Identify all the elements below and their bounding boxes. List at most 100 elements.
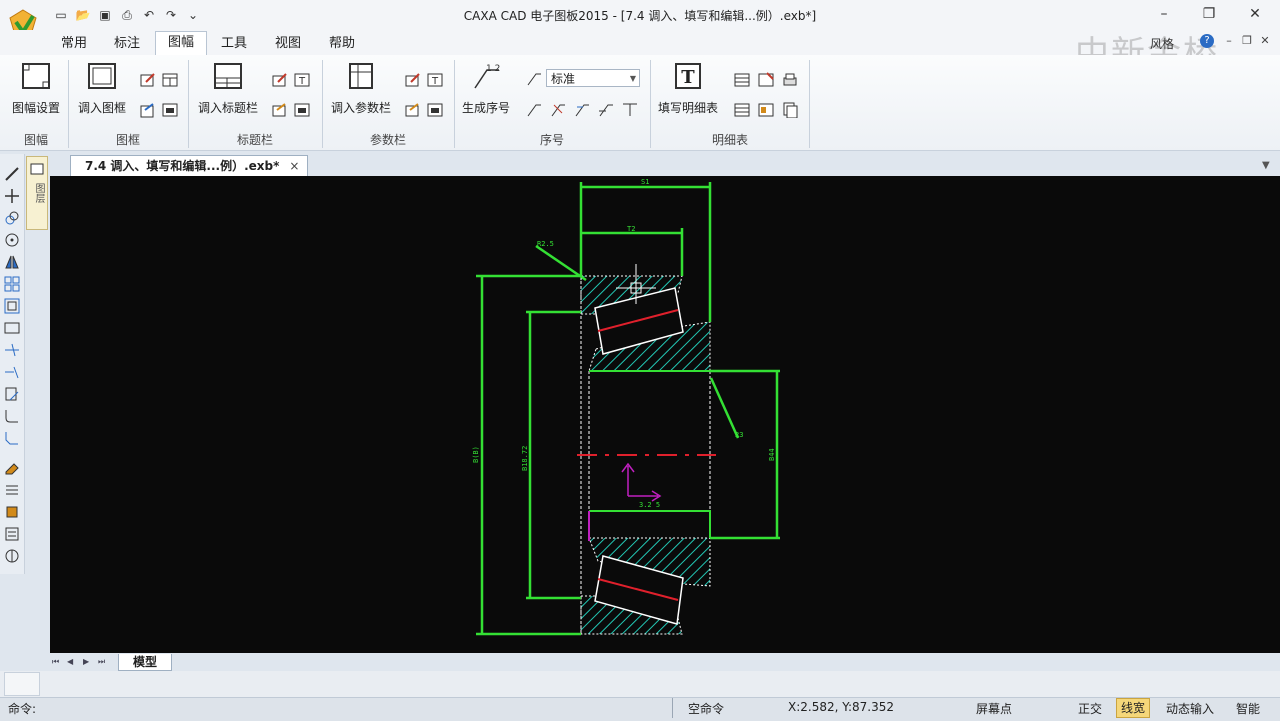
trim-tool-icon[interactable]: [4, 342, 20, 358]
generate-balloon-button[interactable]: 1 2 生成序号: [456, 62, 516, 116]
command-window[interactable]: [0, 671, 1280, 697]
ortho-toggle[interactable]: 正交: [1078, 700, 1102, 717]
load-title-block-button[interactable]: 调入标题栏: [192, 62, 264, 116]
tab-annotate[interactable]: 标注: [105, 33, 149, 55]
store-frame-icon[interactable]: [162, 102, 178, 118]
dynamic-input-toggle[interactable]: 动态输入: [1166, 700, 1214, 717]
properties-tool-icon[interactable]: [4, 526, 20, 542]
store-param-icon[interactable]: [427, 102, 443, 118]
extend-tool-icon[interactable]: [4, 364, 20, 380]
fill-bom-button[interactable]: T 填写明细表: [652, 62, 724, 116]
document-tab-label: 7.4 调入、填写和编辑...例）.exb*: [85, 159, 280, 173]
command-history-toggle[interactable]: [4, 672, 40, 696]
edit-title-icon[interactable]: [272, 72, 288, 88]
snap-tool-icon[interactable]: [4, 548, 20, 564]
insert-balloon-icon[interactable]: [526, 101, 542, 117]
fill-param-icon[interactable]: [405, 102, 421, 118]
restore-button[interactable]: ❐: [1195, 4, 1223, 24]
snap-mode-toggle[interactable]: 屏幕点: [976, 700, 1012, 717]
smart-snap-toggle[interactable]: 智能: [1236, 700, 1260, 717]
chamfer-tool-icon[interactable]: [4, 430, 20, 446]
close-tab-icon[interactable]: ×: [289, 159, 299, 173]
sheet-setup-label: 图幅设置: [11, 101, 60, 115]
group-label-title-block: 标题栏: [236, 133, 273, 147]
delete-balloon-icon[interactable]: [550, 101, 566, 117]
balloon-style-select[interactable]: 标准 ▼: [546, 69, 640, 87]
document-tab[interactable]: 7.4 调入、填写和编辑...例）.exb* ×: [70, 155, 309, 177]
fill-title-icon[interactable]: [272, 102, 288, 118]
mirror-tool-icon[interactable]: [4, 254, 20, 270]
align-balloon-icon[interactable]: [598, 101, 614, 117]
tab-sheet[interactable]: 图幅: [155, 31, 207, 56]
sheet-tab-bar: [48, 654, 1280, 671]
generate-balloon-label: 生成序号: [461, 101, 510, 115]
minimize-button[interactable]: –: [1150, 4, 1178, 24]
bom-edit-icon[interactable]: [734, 72, 750, 88]
group-separator: [650, 60, 651, 148]
command-prompt-label: 命令:: [8, 702, 37, 716]
balloon-style-value: 标准: [551, 72, 576, 86]
tab-list-dropdown-icon[interactable]: ▼: [1262, 160, 1270, 171]
tab-view[interactable]: 视图: [266, 33, 310, 55]
balloon-glyph: 1 2: [486, 64, 500, 74]
lineweight-toggle[interactable]: 线宽: [1116, 698, 1151, 718]
bom-insert-icon[interactable]: [734, 102, 750, 118]
command-state: 空命令: [688, 702, 725, 716]
balloon-table-icon[interactable]: [622, 101, 638, 117]
swap-balloon-icon[interactable]: [574, 101, 590, 117]
bom-delete-icon[interactable]: [758, 72, 774, 88]
prev-sheet-icon[interactable]: ◀: [67, 657, 73, 666]
explode-tool-icon[interactable]: [4, 504, 20, 520]
param-text-icon[interactable]: T: [427, 72, 443, 88]
dim-inner-diameter: [526, 310, 581, 600]
line-tool-icon[interactable]: [4, 166, 20, 182]
bearing-drawing: S1 T2 R2.5 R3 B(B) B18.72 B44 3.2 5: [472, 178, 780, 636]
sheet-setup-button[interactable]: 图幅设置: [6, 62, 66, 116]
mdi-restore-icon[interactable]: ❐: [1240, 34, 1254, 48]
param-bar-icon: [349, 63, 373, 89]
help-icon[interactable]: ?: [1200, 34, 1214, 48]
layer-icon: [30, 163, 44, 175]
stretch-tool-icon[interactable]: [4, 320, 20, 336]
group-label-frame: 图框: [115, 133, 140, 147]
chevron-down-icon: ▼: [629, 74, 636, 83]
frame-icon: [88, 63, 116, 89]
drawing-canvas[interactable]: S1 T2 R2.5 R3 B(B) B18.72 B44 3.2 5: [50, 176, 1280, 653]
bom-print-icon[interactable]: [782, 72, 798, 88]
fillet-tool-icon[interactable]: [4, 408, 20, 424]
store-title-icon[interactable]: [294, 102, 310, 118]
load-frame-button[interactable]: 调入图框: [72, 62, 132, 116]
next-sheet-icon[interactable]: ▶: [83, 657, 89, 666]
edit-frame-icon[interactable]: [140, 72, 156, 88]
load-param-bar-button[interactable]: 调入参数栏: [326, 62, 396, 116]
rotate-tool-icon[interactable]: [4, 232, 20, 248]
scale-tool-icon[interactable]: [4, 298, 20, 314]
edit-param-icon[interactable]: [405, 72, 421, 88]
last-sheet-icon[interactable]: ⏭: [98, 657, 105, 667]
tab-help[interactable]: 帮助: [320, 33, 364, 55]
title-block-icon: [214, 63, 242, 89]
sheet-tab-model[interactable]: 模型: [118, 654, 173, 671]
layer-panel-tab[interactable]: 图层: [26, 156, 48, 230]
group-label-bom: 明细表: [711, 133, 748, 147]
dim-label-outer: B(B): [472, 446, 480, 463]
style-menu[interactable]: 风格: [1150, 35, 1174, 52]
first-sheet-icon[interactable]: ⏮: [52, 657, 59, 667]
mdi-minimize-icon[interactable]: –: [1222, 34, 1236, 48]
array-tool-icon[interactable]: [4, 276, 20, 292]
bom-text-glyph: T: [681, 67, 695, 88]
tab-tools[interactable]: 工具: [212, 33, 256, 55]
copy-tool-icon[interactable]: [4, 210, 20, 226]
close-button[interactable]: ✕: [1241, 4, 1269, 24]
frame-table-icon[interactable]: [162, 72, 178, 88]
tab-common[interactable]: 常用: [52, 33, 96, 55]
break-tool-icon[interactable]: [4, 386, 20, 402]
title-text-icon[interactable]: T: [294, 72, 310, 88]
offset-tool-icon[interactable]: [4, 482, 20, 498]
fill-frame-icon[interactable]: [140, 102, 156, 118]
bom-output-icon[interactable]: [782, 102, 798, 118]
erase-tool-icon[interactable]: [4, 460, 20, 476]
mdi-close-icon[interactable]: ✕: [1258, 34, 1272, 48]
bom-style-icon[interactable]: [758, 102, 774, 118]
move-tool-icon[interactable]: [4, 188, 20, 204]
